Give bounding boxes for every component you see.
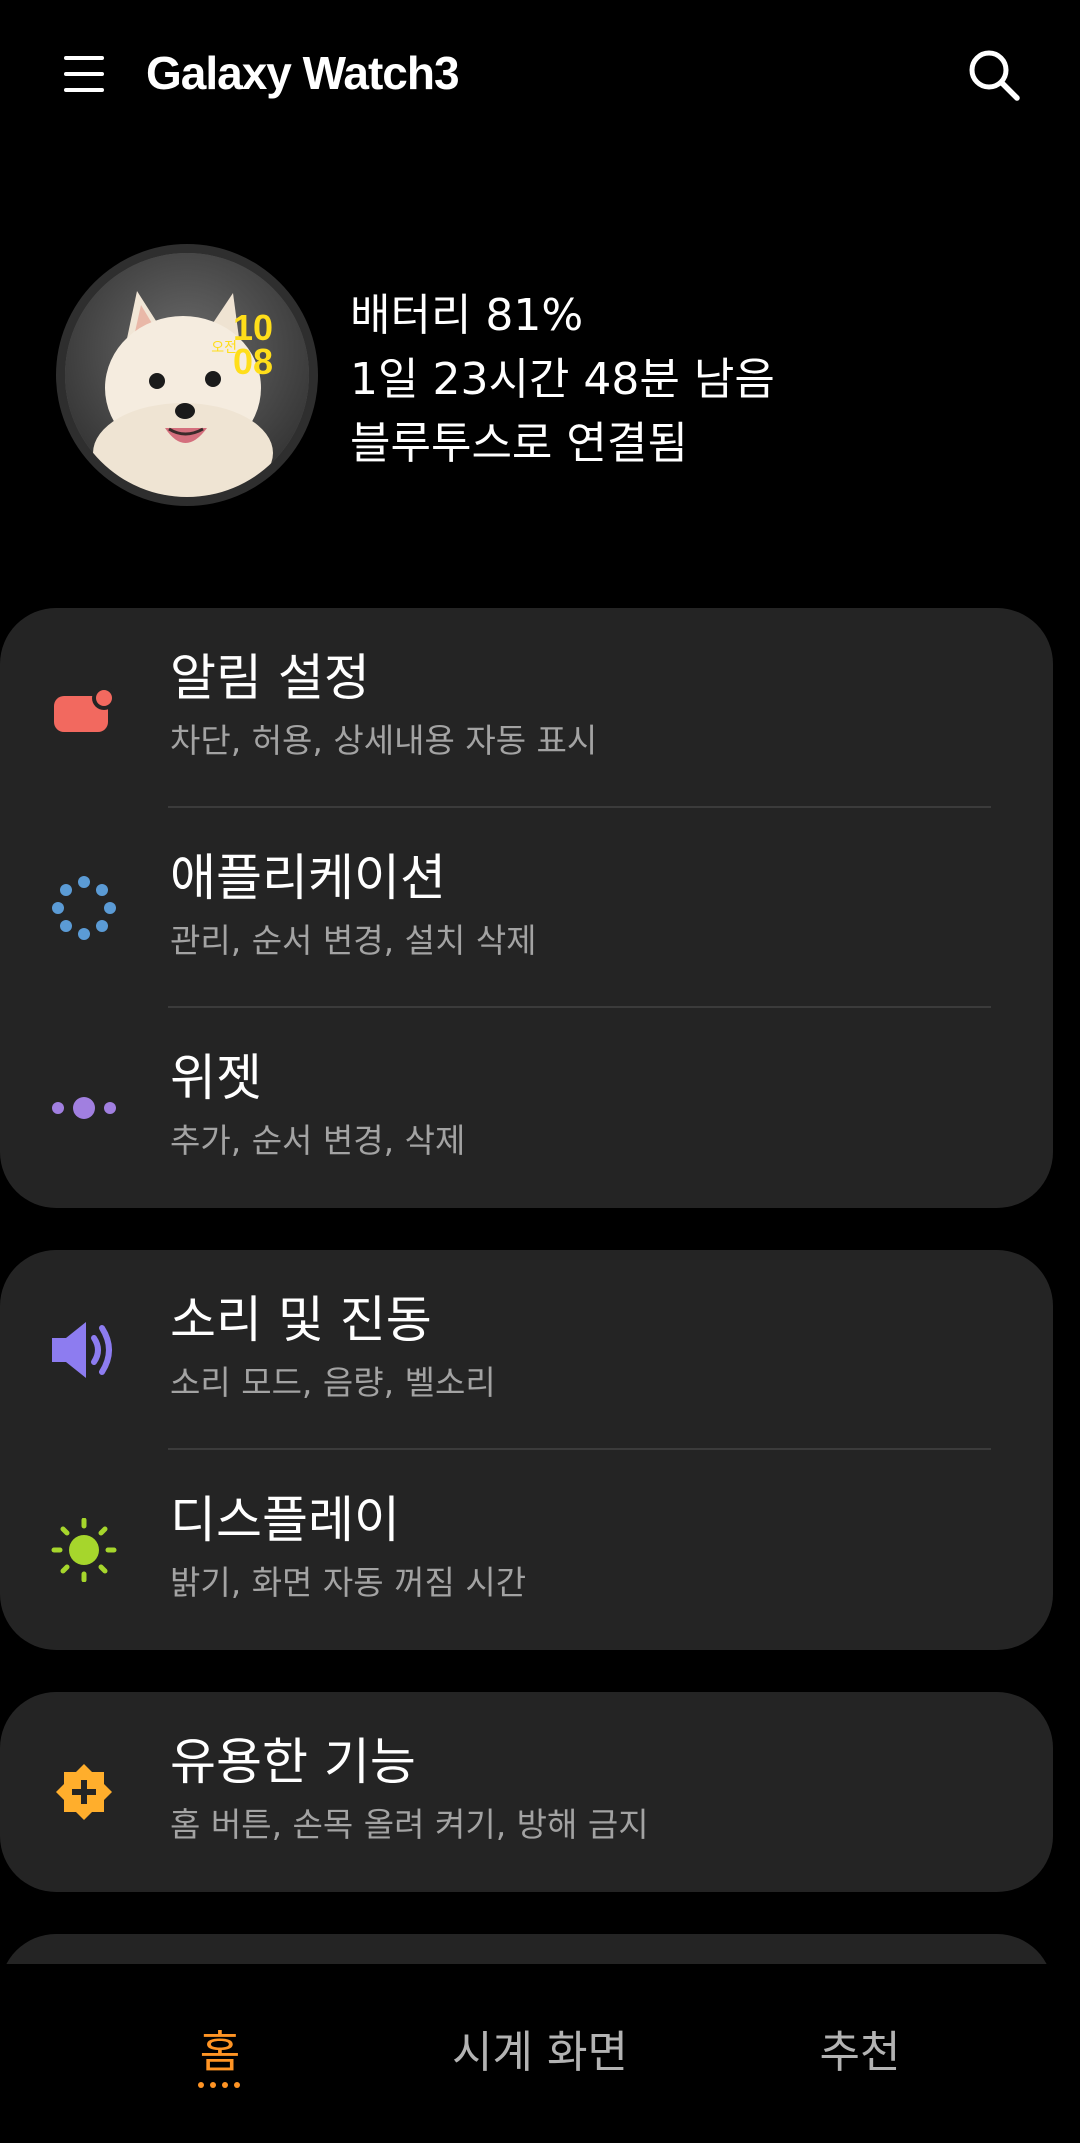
- sound-title: 소리 및 진동: [170, 1291, 432, 1349]
- advanced-features-icon: [50, 1760, 118, 1824]
- notifications-row[interactable]: 알림 설정 차단, 허용, 상세내용 자동 표시: [0, 608, 1053, 808]
- widgets-title: 위젯: [170, 1049, 262, 1107]
- display-row[interactable]: 디스플레이 밝기, 화면 자동 꺼짐 시간: [0, 1450, 1053, 1650]
- device-summary: 오전 10 08 배터리 81% 1일 23시간 48분 남음 블루투스로 연결…: [0, 244, 1080, 514]
- hamburger-menu-icon[interactable]: [58, 48, 110, 100]
- watch-minute: 08: [232, 341, 273, 382]
- app-root: Galaxy Watch3 오전 10 08 배터리 81% 1일 23시간 4…: [0, 0, 1080, 2143]
- advanced-features-subtitle: 홈 버튼, 손목 올려 켜기, 방해 금지: [170, 1805, 649, 1844]
- settings-card-1: 알림 설정 차단, 허용, 상세내용 자동 표시 애플리케이션 관리, 순서 변…: [0, 608, 1053, 1208]
- volume-icon: [50, 1318, 118, 1382]
- bottom-navigation: 홈 시계 화면 추천: [0, 1964, 1080, 2143]
- widgets-icon: [50, 1076, 118, 1140]
- apps-subtitle: 관리, 순서 변경, 설치 삭제: [170, 921, 537, 960]
- tab-watch-faces[interactable]: 시계 화면: [420, 2016, 660, 2080]
- notification-icon: [50, 676, 118, 740]
- device-status: 배터리 81% 1일 23시간 48분 남음 블루투스로 연결됨: [350, 284, 775, 476]
- display-subtitle: 밝기, 화면 자동 꺼짐 시간: [170, 1563, 527, 1602]
- display-title: 디스플레이: [170, 1491, 400, 1549]
- sound-subtitle: 소리 모드, 음량, 벨소리: [170, 1363, 496, 1402]
- watch-face-preview[interactable]: 오전 10 08: [56, 244, 318, 506]
- active-tab-indicator-icon: [198, 2082, 240, 2088]
- brightness-icon: [50, 1517, 118, 1583]
- watch-hour: 10: [232, 307, 273, 348]
- top-bar: Galaxy Watch3: [0, 0, 1080, 150]
- watch-face-image: 오전 10 08: [65, 253, 309, 497]
- settings-card-3: 유용한 기능 홈 버튼, 손목 올려 켜기, 방해 금지: [0, 1692, 1053, 1892]
- battery-level: 배터리 81%: [350, 290, 584, 341]
- apps-title: 애플리케이션: [170, 849, 446, 907]
- search-icon[interactable]: [965, 46, 1023, 104]
- widgets-row[interactable]: 위젯 추가, 순서 변경, 삭제: [0, 1008, 1053, 1208]
- notifications-title: 알림 설정: [170, 649, 370, 707]
- settings-card-2: 소리 및 진동 소리 모드, 음량, 벨소리 디스플레이 밝기, 화면 자동 꺼…: [0, 1250, 1053, 1650]
- apps-row[interactable]: 애플리케이션 관리, 순서 변경, 설치 삭제: [0, 808, 1053, 1008]
- tab-home[interactable]: 홈: [150, 2016, 290, 2080]
- widgets-subtitle: 추가, 순서 변경, 삭제: [170, 1121, 466, 1160]
- tab-recommended[interactable]: 추천: [790, 2016, 930, 2080]
- apps-icon: [50, 876, 118, 940]
- advanced-features-row[interactable]: 유용한 기능 홈 버튼, 손목 올려 켜기, 방해 금지: [0, 1692, 1053, 1892]
- watch-time: 10 08: [232, 307, 273, 382]
- battery-remaining: 1일 23시간 48분 남음: [350, 354, 775, 405]
- sound-row[interactable]: 소리 및 진동 소리 모드, 음량, 벨소리: [0, 1250, 1053, 1450]
- advanced-features-title: 유용한 기능: [170, 1733, 416, 1791]
- app-title: Galaxy Watch3: [146, 47, 460, 99]
- connection-status: 블루투스로 연결됨: [350, 418, 688, 469]
- notifications-subtitle: 차단, 허용, 상세내용 자동 표시: [170, 721, 598, 760]
